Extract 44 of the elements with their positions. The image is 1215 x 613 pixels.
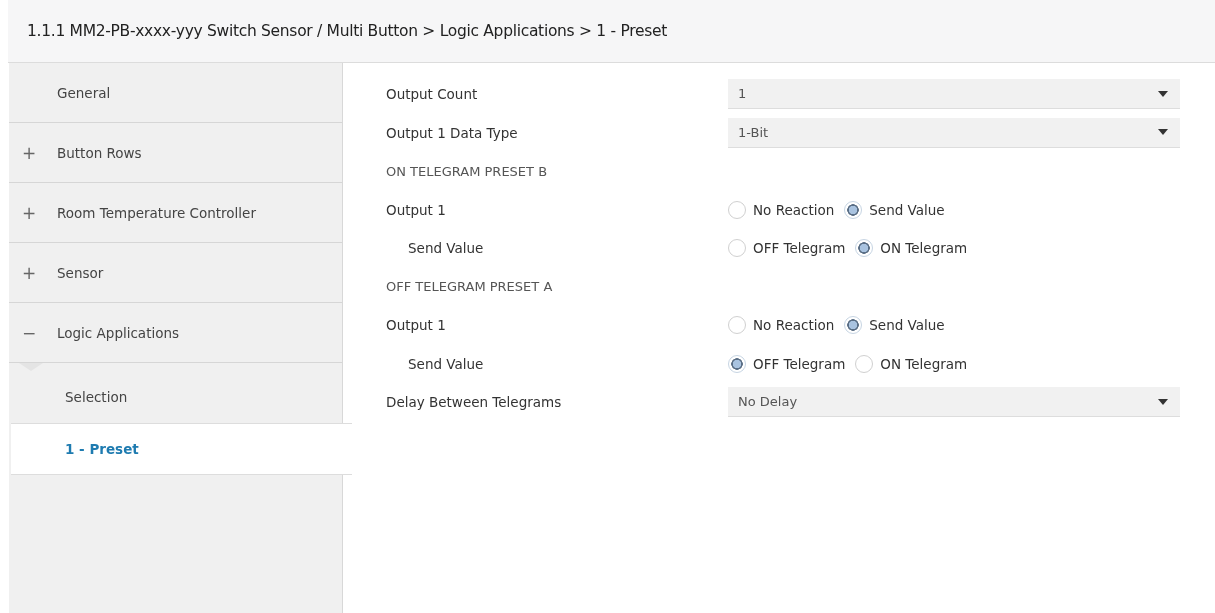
dropdown[interactable]: 1 (728, 79, 1180, 110)
radio-option[interactable]: No Reaction (728, 200, 835, 219)
sidebar-item[interactable]: − Logic Applications (9, 303, 342, 363)
sidebar-item[interactable]: + Room Temperature Controller (9, 183, 342, 243)
expand-toggle[interactable]: + (9, 142, 49, 163)
radio-button[interactable] (844, 200, 863, 219)
parameter-label: Output 1 Data Type (386, 124, 519, 141)
sidebar-item[interactable]: General (9, 63, 342, 123)
parameter-label: Output 1 (386, 201, 447, 218)
notch-icon (19, 363, 43, 371)
sidebar-subitem[interactable]: Selection (9, 371, 342, 423)
radio-button[interactable] (728, 316, 746, 335)
dropdown[interactable]: 1-Bit (728, 117, 1180, 148)
radio-option[interactable]: Send Value (844, 200, 945, 219)
parameter-label: Send Value (407, 240, 485, 257)
parameter-label: Send Value (407, 355, 485, 372)
sidebar-item[interactable]: + Sensor (9, 243, 342, 303)
sidebar-item[interactable]: + Button Rows (9, 123, 342, 183)
radio-button[interactable] (728, 354, 746, 373)
parameter-label: Output 1 (386, 317, 447, 334)
parameter-label: Output Count (386, 86, 479, 103)
caret-icon (1158, 129, 1168, 136)
section-heading: ON TELEGRAM PRESET B (386, 163, 548, 179)
radio-option[interactable]: No Reaction (728, 316, 835, 335)
expand-toggle[interactable]: − (9, 322, 49, 343)
expand-toggle[interactable]: + (9, 262, 49, 283)
radio-option[interactable]: ON Telegram (855, 354, 968, 373)
radio-option[interactable]: OFF Telegram (728, 354, 846, 373)
radio-option[interactable]: OFF Telegram (728, 239, 846, 258)
section-heading: OFF TELEGRAM PRESET A (386, 279, 553, 295)
caret-icon (1158, 90, 1168, 97)
radio-button[interactable] (844, 316, 863, 335)
parameter-label: Delay Between Telegrams (386, 394, 563, 411)
expand-toggle[interactable]: + (9, 202, 49, 223)
radio-button[interactable] (728, 200, 746, 219)
radio-button[interactable] (728, 239, 746, 258)
breadcrumb-title: 1.1.1 MM2-PB-xxxx-yyy Switch Sensor / Multi Button > Logic Applications > 1 - Preset (27, 22, 667, 40)
caret-icon (1158, 398, 1168, 405)
radio-option[interactable]: Send Value (844, 316, 945, 335)
radio-button[interactable] (855, 239, 874, 258)
dropdown[interactable]: No Delay (728, 387, 1180, 418)
radio-button[interactable] (855, 354, 874, 373)
sidebar-subitem[interactable]: 1 - Preset (11, 423, 352, 475)
radio-option[interactable]: ON Telegram (855, 239, 968, 258)
